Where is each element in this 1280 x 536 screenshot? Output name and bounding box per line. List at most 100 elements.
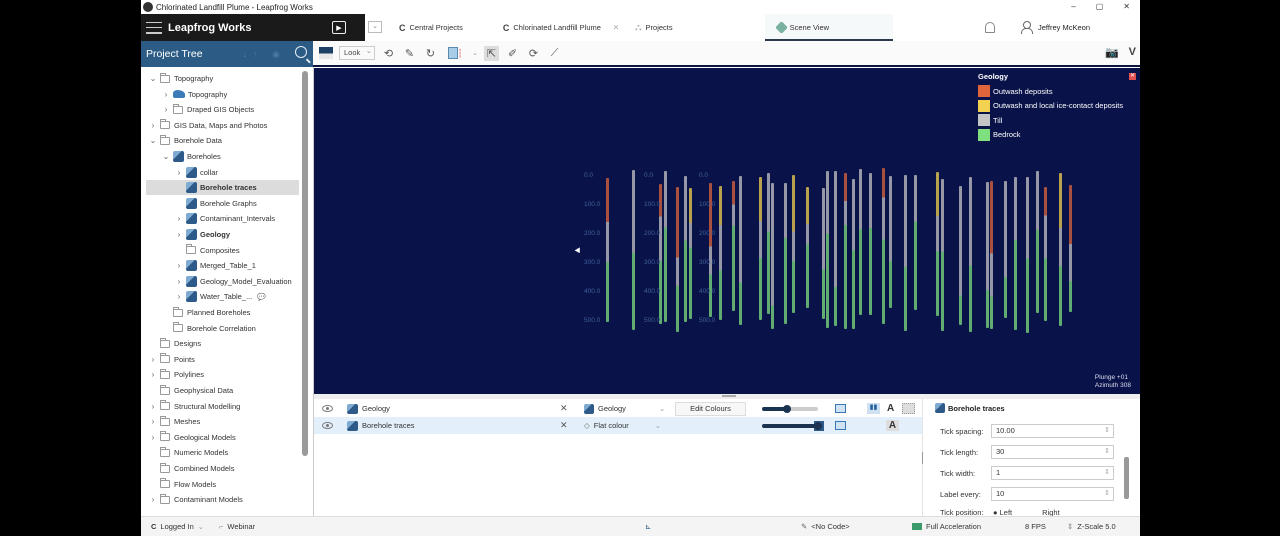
tree-item[interactable]: › Contaminant_Intervals (141, 211, 275, 226)
opacity-slider[interactable] (762, 404, 818, 413)
play-button[interactable]: ▶ (332, 21, 346, 34)
borehole-trace[interactable] (732, 181, 735, 311)
close-window-button[interactable]: ✕ (1123, 0, 1130, 14)
opacity-slider[interactable] (762, 421, 822, 430)
borehole-trace[interactable] (767, 173, 770, 314)
chevron-right-icon[interactable]: › (162, 90, 170, 99)
borehole-trace[interactable] (834, 171, 837, 326)
slicer-icon[interactable]: ┆ (444, 46, 466, 61)
borehole-trace[interactable] (852, 179, 855, 329)
tree-item[interactable]: › Polylines (141, 367, 204, 382)
borehole-trace[interactable] (719, 186, 722, 320)
chevron-right-icon[interactable]: › (149, 370, 157, 379)
tree-item[interactable]: › Meshes (141, 414, 200, 429)
notifications-bell-icon[interactable] (985, 22, 996, 33)
tree-item[interactable]: ⌄ Borehole Data (141, 133, 222, 148)
edit-colours-button[interactable]: Edit Colours (675, 401, 746, 416)
draw-icon[interactable]: ✐ (505, 46, 520, 61)
tick-length-input[interactable]: 30 (991, 445, 1114, 459)
borehole-trace[interactable] (684, 176, 687, 322)
borehole-trace[interactable] (936, 172, 939, 316)
borehole-trace[interactable] (969, 177, 972, 332)
tree-item[interactable]: Combined Models (141, 461, 234, 476)
tree-item[interactable]: ⌄ Topography (141, 71, 213, 86)
tree-item[interactable]: Borehole Graphs (141, 196, 257, 211)
tree-item[interactable]: Composites (141, 243, 240, 258)
tick-position-left-radio[interactable]: ● Left (993, 508, 1012, 516)
close-legend-icon[interactable]: ✕ (1129, 73, 1136, 80)
borehole-trace[interactable] (759, 177, 762, 320)
borehole-trace[interactable] (959, 186, 962, 325)
select-pointer-icon[interactable]: ⇱ (484, 45, 499, 61)
colour-mode-dropdown[interactable]: Geology ⌄ (584, 403, 665, 414)
labels-icon[interactable]: A (886, 420, 899, 431)
tree-item[interactable]: › Points (141, 352, 195, 367)
borehole-trace[interactable] (1059, 173, 1062, 326)
tree-item[interactable]: › Topography (141, 87, 228, 102)
chevron-right-icon[interactable]: › (149, 121, 157, 130)
borehole-trace[interactable] (990, 181, 993, 329)
chevron-right-icon[interactable]: › (162, 105, 170, 114)
tree-item[interactable]: › collar (141, 165, 218, 180)
chevron-right-icon[interactable]: › (175, 168, 183, 177)
chevron-down-icon[interactable]: ⌄ (162, 152, 170, 161)
borehole-trace[interactable] (822, 188, 825, 319)
tree-item[interactable]: › Merged_Table_1 (141, 258, 256, 273)
borehole-trace[interactable] (1044, 187, 1047, 321)
tree-filter-icons[interactable]: ↓↑ ◉ (243, 49, 286, 60)
chevron-down-icon[interactable]: ⌄ (149, 74, 157, 83)
draw-plane-icon[interactable]: ✎ (402, 46, 417, 61)
borehole-trace[interactable] (664, 171, 667, 322)
display-mode-icon[interactable] (835, 421, 846, 430)
slicer-dropdown-icon[interactable]: ⌄ (472, 46, 478, 61)
webinar-status[interactable]: ⌐ Webinar (219, 522, 255, 531)
shape-row-borehole-traces[interactable]: Borehole traces ✕ ◇ Flat colour ⌄ A (314, 417, 922, 434)
display-mode-icon[interactable] (835, 404, 846, 413)
tree-item[interactable]: › Contaminant Models (141, 492, 243, 507)
borehole-trace[interactable] (784, 183, 787, 324)
login-status[interactable]: C Logged In ⌄ (151, 522, 204, 531)
tree-item[interactable]: Designs (141, 336, 201, 351)
tree-item[interactable]: Geophysical Data (141, 383, 233, 398)
remove-shape-icon[interactable]: ✕ (560, 420, 568, 431)
grid-icon[interactable] (902, 403, 915, 414)
scene-settings-icon[interactable] (319, 47, 333, 59)
hamburger-menu-icon[interactable] (146, 21, 162, 34)
visibility-eye-icon[interactable] (322, 422, 333, 429)
tree-item[interactable]: › Geological Models (141, 430, 236, 445)
properties-scrollbar[interactable] (1124, 457, 1129, 499)
minimize-button[interactable]: – (1071, 0, 1075, 14)
borehole-trace[interactable] (806, 187, 809, 308)
label-every-input[interactable]: 10 (991, 487, 1114, 501)
tree-item[interactable]: › Water_Table_... 💬 (141, 289, 266, 304)
borehole-trace[interactable] (1004, 181, 1007, 318)
borehole-trace[interactable] (986, 182, 989, 328)
axes-icon[interactable]: ⊾ (645, 522, 651, 531)
v-logo-icon[interactable]: V (1129, 46, 1136, 59)
rotate-plane-icon[interactable]: ⟳ (526, 46, 541, 61)
user-menu[interactable]: Jeffrey McKeon (1021, 21, 1090, 34)
borehole-trace[interactable] (869, 173, 872, 315)
close-tab-icon[interactable]: ✕ (613, 23, 619, 32)
borehole-trace[interactable] (739, 176, 742, 325)
borehole-trace[interactable] (606, 178, 609, 322)
tree-item[interactable]: Flow Models (141, 477, 216, 492)
tree-scrollbar[interactable] (302, 71, 308, 456)
chevron-down-icon[interactable]: ⌄ (149, 136, 157, 145)
tree-item[interactable]: Borehole Correlation (141, 321, 256, 336)
code-status[interactable]: ✎ <No Code> (801, 522, 850, 531)
chevron-right-icon[interactable]: › (175, 214, 183, 223)
borehole-trace[interactable] (1026, 177, 1029, 333)
borehole-trace[interactable] (1036, 171, 1039, 313)
borehole-trace[interactable] (1069, 185, 1072, 312)
chevron-right-icon[interactable]: › (149, 402, 157, 411)
scene-view[interactable]: Geology ✕ Outwash deposits Outwash and l… (314, 68, 1140, 394)
remove-shape-icon[interactable]: ✕ (560, 403, 568, 414)
chevron-right-icon[interactable]: › (175, 261, 183, 270)
camera-screenshot-icon[interactable]: 📷 (1105, 46, 1119, 59)
tree-item[interactable]: ⌄ Boreholes (141, 149, 221, 164)
borehole-trace[interactable] (904, 175, 907, 331)
tick-width-input[interactable]: 1 (991, 466, 1114, 480)
look-dropdown[interactable]: Look (339, 45, 375, 60)
borehole-trace[interactable] (882, 168, 885, 324)
